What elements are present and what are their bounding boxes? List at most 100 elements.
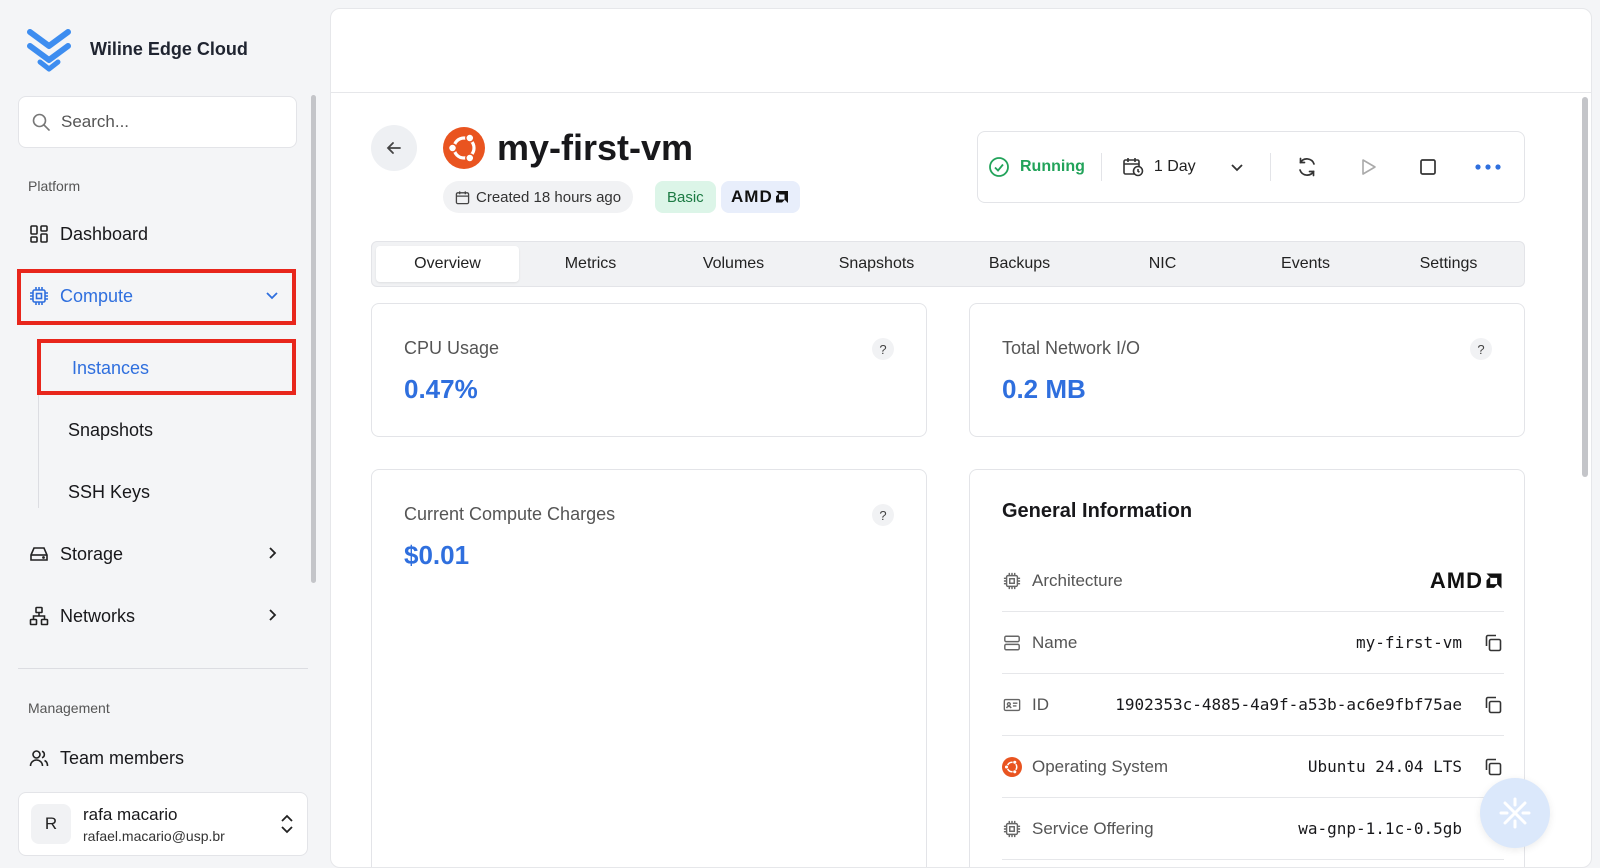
assistant-fab-button[interactable] [1480, 778, 1550, 848]
ubuntu-logo-icon [443, 127, 485, 169]
copy-button[interactable] [1482, 756, 1504, 778]
section-label-management: Management [28, 700, 110, 716]
ubuntu-icon [1002, 756, 1022, 777]
search-box[interactable] [18, 96, 297, 148]
copy-button[interactable] [1482, 694, 1504, 716]
info-row-architecture: Architecture AMD [1002, 550, 1504, 612]
help-icon[interactable]: ? [1470, 338, 1492, 360]
help-icon[interactable]: ? [872, 338, 894, 360]
refresh-icon [1298, 157, 1315, 177]
tab-volumes[interactable]: Volumes [662, 246, 805, 282]
general-information-title: General Information [1002, 500, 1193, 522]
dashboard-icon [28, 223, 50, 245]
info-row-operating-system: Operating System Ubuntu 24.04 LTS [1002, 736, 1504, 798]
chevron-down-icon [1231, 164, 1243, 172]
network-io-card: Total Network I/O 0.2 MB ? [969, 303, 1525, 437]
calendar-icon [455, 190, 470, 204]
divider [1269, 153, 1271, 181]
amd-logo-text: AMD [1429, 567, 1483, 593]
refresh-button[interactable] [1293, 153, 1321, 181]
main-panel: my-first-vm Created 18 hours ago Basic A… [330, 8, 1592, 868]
user-menu[interactable]: R rafa macario rafael.macario@usp.br [18, 792, 308, 856]
created-badge: Created 18 hours ago [443, 181, 634, 213]
highlight-box-instances [37, 339, 296, 395]
start-button[interactable] [1354, 153, 1382, 181]
tab-snapshots[interactable]: Snapshots [805, 246, 948, 282]
copy-button[interactable] [1482, 632, 1504, 654]
sidebar-scrollbar[interactable] [311, 95, 316, 583]
sidebar-item-team-members[interactable]: Team members [18, 732, 297, 784]
network-io-label: Total Network I/O [1002, 338, 1141, 358]
copy-icon [1485, 696, 1502, 713]
sidebar-item-dashboard[interactable]: Dashboard [18, 208, 297, 260]
top-bar [331, 9, 1591, 93]
storage-icon [28, 543, 50, 565]
search-input[interactable] [61, 112, 281, 132]
cpu-usage-label: CPU Usage [404, 338, 500, 358]
status-indicator: Running [988, 156, 1085, 178]
info-label: Operating System [1032, 756, 1169, 776]
status-text: Running [1020, 158, 1085, 175]
tab-overview[interactable]: Overview [376, 246, 519, 282]
highlight-box-compute [17, 269, 296, 325]
sidebar-item-ssh-keys[interactable]: SSH Keys [68, 482, 150, 503]
instance-tabs: Overview Metrics Volumes Snapshots Backu… [371, 241, 1525, 287]
compute-charges-label: Current Compute Charges [404, 504, 616, 524]
info-value: Ubuntu 24.04 LTS [1307, 757, 1462, 776]
general-information-card: General Information Architecture AMD Nam… [969, 469, 1525, 867]
tab-backups[interactable]: Backups [948, 246, 1091, 282]
info-label: ID [1032, 694, 1049, 714]
amd-arrow-icon [775, 191, 788, 203]
sidebar-item-storage[interactable]: Storage [18, 528, 297, 580]
info-row-id: ID 1902353c-4885-4a9f-a53b-ac6e9fbf75ae [1002, 674, 1504, 736]
tab-metrics[interactable]: Metrics [519, 246, 662, 282]
brand-logo-icon [27, 29, 71, 72]
info-value: wa-gnp-1.1c-0.5gb [1298, 819, 1462, 838]
check-circle-icon [989, 157, 1009, 177]
instance-actions-bar: Running 1 Day [977, 131, 1525, 203]
info-label: Architecture [1032, 570, 1123, 590]
tab-nic[interactable]: NIC [1091, 246, 1234, 282]
stop-button[interactable] [1414, 153, 1442, 181]
time-range-value: 1 Day [1153, 158, 1196, 175]
info-value: my-first-vm [1356, 633, 1462, 652]
sidebar-item-networks[interactable]: Networks [18, 590, 297, 642]
chevron-right-icon [269, 547, 277, 559]
amd-arrow-icon [1486, 573, 1502, 588]
main-scrollbar[interactable] [1582, 97, 1588, 477]
network-io-value: 0.2 MB [1002, 374, 1086, 404]
sidebar-item-label: Storage [60, 543, 124, 564]
copy-icon [1485, 634, 1502, 651]
sidebar-divider [18, 668, 308, 669]
info-label: Name [1032, 632, 1078, 652]
more-options-button[interactable] [1474, 153, 1502, 181]
more-horizontal-icon [1475, 164, 1501, 170]
user-name: rafa macario [83, 804, 178, 824]
page-title: my-first-vm [497, 127, 694, 168]
info-value: 1902353c-4885-4a9f-a53b-ac6e9fbf75ae [1115, 695, 1462, 714]
cpu-icon [1002, 571, 1022, 591]
time-range-select[interactable]: 1 Day [1122, 156, 1246, 178]
network-icon [28, 605, 50, 627]
back-button[interactable] [371, 125, 417, 171]
arch-badge: AMD [721, 181, 800, 213]
compute-charges-value: $0.01 [404, 540, 470, 570]
search-icon [32, 113, 50, 131]
arrow-left-icon [386, 142, 401, 154]
cpu-icon [1002, 819, 1022, 839]
created-text: Created 18 hours ago [476, 188, 622, 206]
chevrons-up-down-icon [281, 814, 293, 834]
amd-logo-text: AMD [731, 187, 773, 206]
server-icon [1002, 633, 1022, 653]
copy-icon [1485, 758, 1502, 775]
divider [1100, 153, 1102, 181]
tab-events[interactable]: Events [1234, 246, 1377, 282]
help-icon[interactable]: ? [872, 504, 894, 526]
sidebar-item-snapshots[interactable]: Snapshots [68, 420, 153, 441]
info-row-name: Name my-first-vm [1002, 612, 1504, 674]
chevron-right-icon [269, 609, 277, 621]
compute-charges-card: Current Compute Charges $0.01 ? [371, 469, 927, 867]
brand[interactable]: Wiline Edge Cloud [26, 26, 248, 72]
tab-settings[interactable]: Settings [1377, 246, 1520, 282]
amd-logo: AMD [1430, 568, 1504, 594]
